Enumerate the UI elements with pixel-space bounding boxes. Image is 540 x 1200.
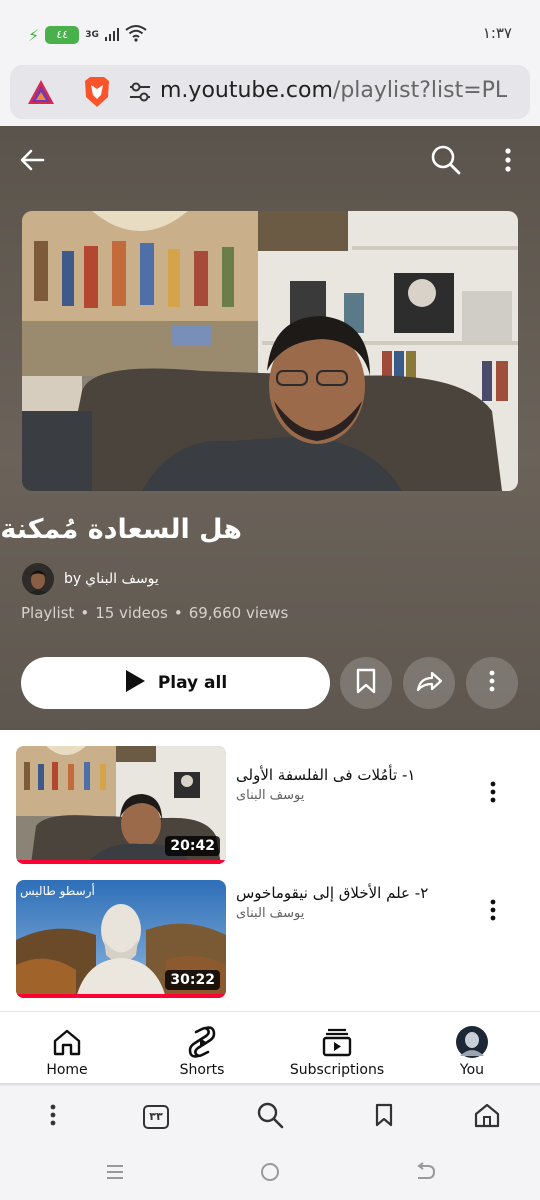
nav-you[interactable]: You: [422, 1012, 522, 1084]
more-vert-icon[interactable]: [498, 146, 518, 178]
charging-icon: ⚡: [28, 25, 40, 45]
arrow-left-icon[interactable]: [18, 146, 46, 178]
nav-you-label: You: [459, 1062, 485, 1078]
play-all-button[interactable]: Play all: [21, 657, 330, 709]
address-bar[interactable]: m.youtube.com/playlist?list=PL: [10, 65, 530, 119]
recent-apps-button[interactable]: [100, 1161, 130, 1187]
video-duration: 20:42: [165, 836, 220, 856]
more-vert-icon: [486, 669, 498, 697]
circle-home-icon: [259, 1161, 281, 1187]
watch-progress-bar: [16, 860, 226, 864]
youtube-bottom-nav: Home Shorts Subscriptions You: [0, 1011, 540, 1083]
share-icon: [415, 669, 443, 697]
by-label: by: [64, 571, 82, 587]
share-button[interactable]: [403, 657, 455, 709]
more-actions-button[interactable]: [466, 657, 518, 709]
network-type: 3G: [85, 29, 99, 40]
watch-progress-bar: [16, 994, 226, 998]
battery-indicator: ٤٤: [45, 26, 80, 44]
list-item[interactable]: 20:42 ١- تأمُلات فى الفلسفة الأولى يوسف …: [0, 746, 540, 870]
save-playlist-button[interactable]: [340, 657, 392, 709]
brave-shield-icon[interactable]: [82, 75, 112, 113]
playlist-owner[interactable]: by يوسف البناي: [22, 562, 159, 596]
video-count: 15 videos: [95, 604, 168, 622]
wifi-icon: [125, 24, 147, 46]
you-avatar: [456, 1024, 488, 1060]
video-title[interactable]: ٢- علم الأخلاق إلى نيقوماخوس: [236, 884, 476, 902]
system-navigation: [0, 1147, 540, 1200]
channel-avatar[interactable]: [22, 563, 54, 595]
nav-shorts[interactable]: Shorts: [152, 1012, 252, 1084]
signal-icon: [104, 26, 119, 45]
tab-switcher-button[interactable]: ٣٣: [136, 1099, 176, 1135]
play-icon: [124, 669, 146, 697]
thumbnail-overlay-text: أرسطو طاليس: [20, 884, 95, 898]
site-settings-icon[interactable]: [128, 81, 152, 107]
video-channel[interactable]: يوسف البناى: [236, 906, 476, 921]
browser-menu-button[interactable]: [33, 1099, 73, 1135]
tab-count: ٣٣: [143, 1105, 169, 1129]
browser-search-button[interactable]: [250, 1099, 290, 1135]
nav-subscriptions[interactable]: Subscriptions: [287, 1012, 387, 1084]
browser-toolbar: ٣٣: [0, 1087, 540, 1147]
meta-separator: •: [173, 604, 183, 622]
home-icon: [473, 1102, 501, 1132]
bookmark-icon: [374, 1103, 394, 1131]
video-channel[interactable]: يوسف البناى: [236, 788, 476, 803]
home-icon: [52, 1024, 82, 1060]
home-system-button[interactable]: [255, 1161, 285, 1187]
video-menu-button[interactable]: [478, 774, 508, 814]
back-system-button[interactable]: [410, 1161, 440, 1187]
nav-home-label: Home: [46, 1062, 88, 1078]
nav-shorts-label: Shorts: [179, 1062, 225, 1078]
url-domain: m.youtube.com: [160, 78, 333, 103]
playlist-title: هل السعادة مُمكنة؟: [0, 514, 242, 545]
recents-icon: [105, 1163, 125, 1185]
video-duration: 30:22: [165, 970, 220, 990]
video-menu-button[interactable]: [478, 892, 508, 932]
bookmark-icon: [355, 668, 377, 698]
back-icon: [414, 1162, 436, 1186]
clock: ١:٣٧: [482, 24, 512, 42]
playlist-header: هل السعادة مُمكنة؟ by يوسف البناي Playli…: [0, 126, 540, 730]
status-left: ⚡ ٤٤ 3G: [28, 24, 147, 46]
browser-address-area: m.youtube.com/playlist?list=PL: [0, 62, 540, 126]
url-path: /playlist?list=PL: [332, 78, 508, 103]
search-icon: [256, 1101, 284, 1133]
video-title[interactable]: ١- تأمُلات فى الفلسفة الأولى: [236, 766, 476, 784]
list-item[interactable]: أرسطو طاليس 30:22 ٢- علم الأخلاق إلى نيق…: [0, 880, 540, 1004]
playlist-type: Playlist: [21, 604, 75, 622]
nav-subscriptions-label: Subscriptions: [289, 1062, 385, 1078]
url-text[interactable]: m.youtube.com/playlist?list=PL: [160, 78, 507, 103]
shorts-icon: [188, 1024, 216, 1060]
more-vert-icon: [489, 780, 497, 808]
play-all-label: Play all: [157, 673, 228, 693]
browser-home-button[interactable]: [467, 1099, 507, 1135]
search-icon[interactable]: [430, 144, 462, 180]
more-vert-icon: [49, 1103, 57, 1131]
playlist-meta: Playlist • 15 videos • 69,660 views: [21, 604, 288, 622]
video-thumbnail[interactable]: أرسطو طاليس 30:22: [16, 880, 226, 998]
meta-separator: •: [80, 604, 90, 622]
subscriptions-icon: [322, 1024, 352, 1060]
playlist-thumbnail[interactable]: [22, 211, 518, 491]
view-count: 69,660 views: [188, 604, 289, 622]
more-vert-icon: [489, 898, 497, 926]
channel-name[interactable]: يوسف البناي: [85, 571, 159, 587]
status-bar: ⚡ ٤٤ 3G ١:٣٧: [0, 0, 540, 62]
video-list: 20:42 ١- تأمُلات فى الفلسفة الأولى يوسف …: [0, 730, 540, 1010]
browser-bookmark-button[interactable]: [364, 1099, 404, 1135]
brave-rewards-icon[interactable]: [26, 78, 56, 110]
nav-home[interactable]: Home: [17, 1012, 117, 1084]
video-thumbnail[interactable]: 20:42: [16, 746, 226, 864]
